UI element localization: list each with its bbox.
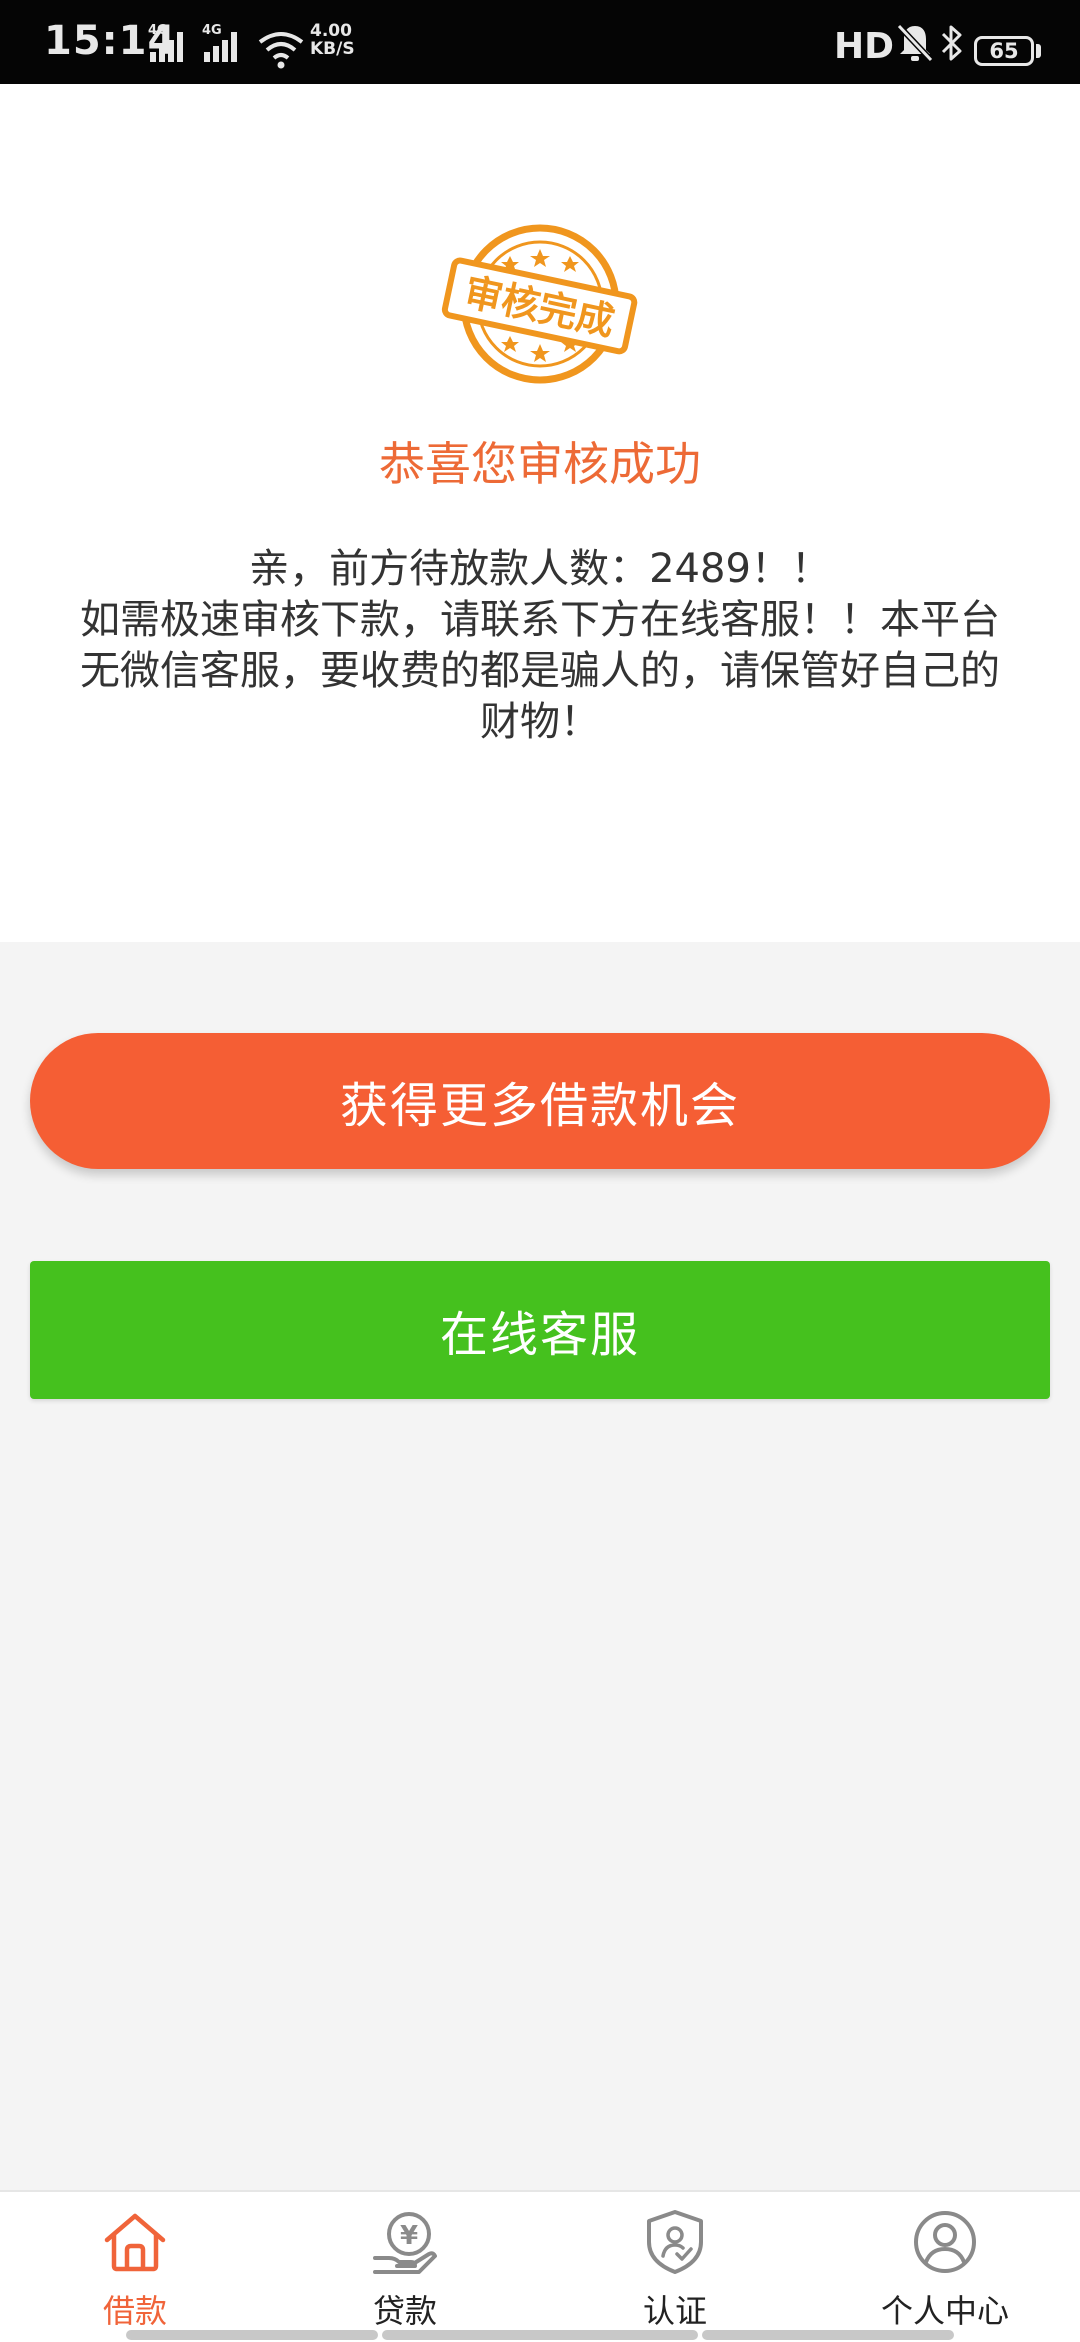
success-title: 恭喜您审核成功: [379, 437, 701, 491]
home-icon: [104, 2213, 166, 2272]
wifi-icon: [258, 32, 304, 69]
nav-gesture-bar-right: [702, 2330, 954, 2340]
speed-unit: KB/S: [310, 39, 355, 59]
bottom-tab-bar: 借款 ¥ 贷款 认证 个人中心: [0, 2190, 1080, 2342]
review-result-card: 审核完成 恭喜您审核成功 亲，前方待放款人数：2489！！ 如需极速审核下款，请…: [0, 84, 1080, 942]
network-label-1: 4G: [148, 23, 168, 38]
signal-4g-icon: 4G: [148, 23, 183, 62]
tab-verify[interactable]: 认证: [565, 2206, 785, 2332]
notice-line-property: 财物！: [480, 699, 600, 745]
notice-line-queue: 亲，前方待放款人数：2489！！: [249, 546, 831, 592]
bell-muted-icon: [896, 23, 934, 63]
notice-text: 亲，前方待放款人数：2489！！ 如需极速审核下款，请联系下方在线客服！！本平台…: [44, 544, 1036, 748]
notice-line-warning: 无微信客服，要收费的都是骗人的，请保管好自己的: [80, 648, 1000, 694]
tab-loan-label: 贷款: [372, 2292, 437, 2330]
review-complete-stamp-icon: 审核完成: [441, 224, 638, 384]
nav-gesture-bar-center: [382, 2330, 698, 2340]
network-label-2: 4G: [202, 23, 222, 38]
tab-loan[interactable]: ¥ 贷款: [295, 2206, 515, 2332]
signal-4g-icon-2: 4G: [202, 23, 237, 62]
battery-tip: [1036, 44, 1041, 58]
tab-profile[interactable]: 个人中心: [835, 2206, 1055, 2332]
network-speed: 4.00 KB/S: [310, 22, 355, 58]
bluetooth-icon: [941, 25, 962, 61]
battery-icon: 65: [974, 36, 1034, 66]
hd-label: HD: [834, 26, 895, 67]
notice-line-contact: 如需极速审核下款，请联系下方在线客服！！本平台: [80, 597, 1000, 643]
tab-profile-label: 个人中心: [880, 2292, 1009, 2330]
tab-borrow[interactable]: 借款: [25, 2206, 245, 2332]
speed-value: 4.00: [310, 21, 352, 41]
tab-verify-label: 认证: [642, 2292, 707, 2330]
svg-text:¥: ¥: [400, 2221, 418, 2251]
tab-borrow-label: 借款: [102, 2292, 167, 2330]
yuan-hand-icon: ¥: [373, 2212, 437, 2274]
more-loan-chances-button[interactable]: 获得更多借款机会: [30, 1033, 1050, 1169]
nav-gesture-bar-left: [126, 2330, 378, 2340]
person-icon: [914, 2211, 976, 2273]
shield-user-icon: [647, 2210, 703, 2274]
status-bar: 15:14 4G 4G 4.00 KB/S HD 65: [0, 0, 1080, 84]
online-service-button[interactable]: 在线客服: [30, 1261, 1050, 1399]
